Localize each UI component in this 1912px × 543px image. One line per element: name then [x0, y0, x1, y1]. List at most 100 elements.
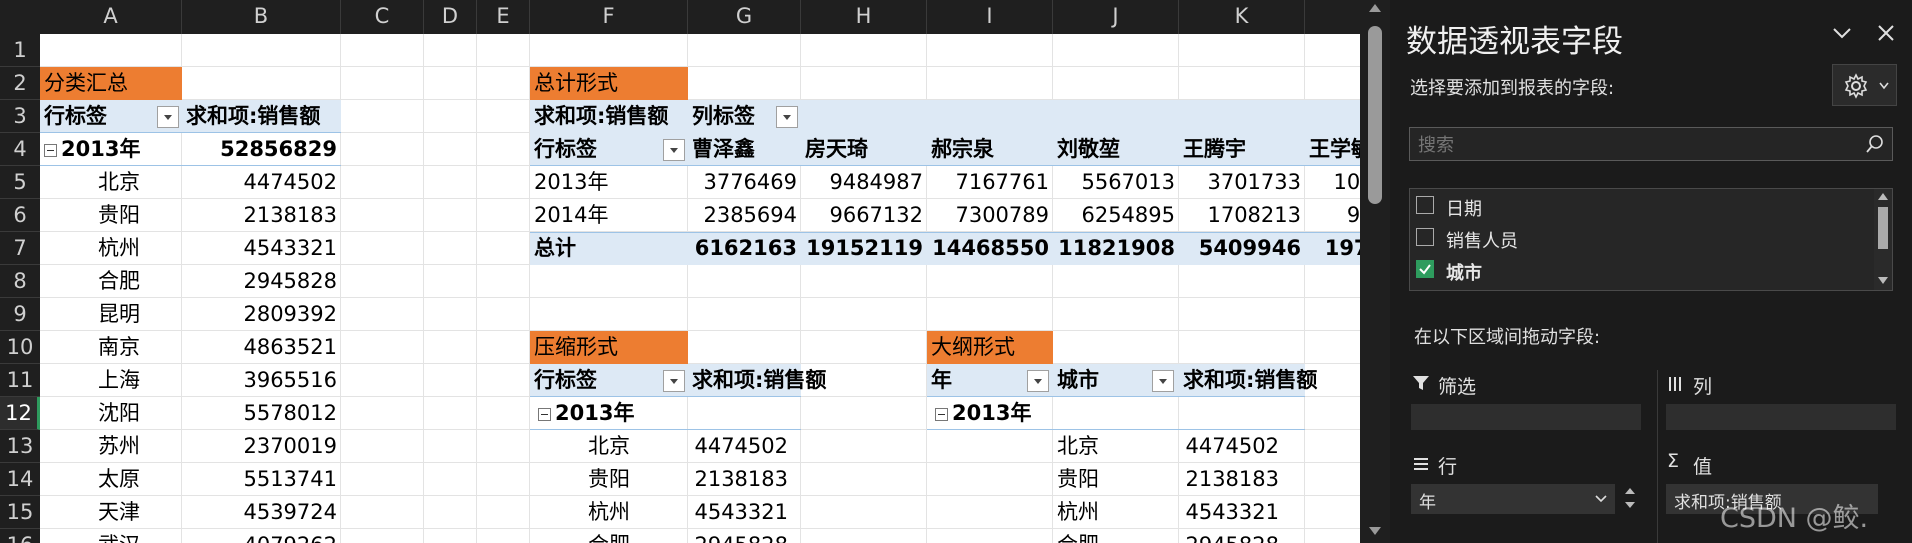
grid-cell[interactable] — [477, 529, 530, 543]
grid-cell[interactable] — [477, 463, 530, 496]
grid-cell[interactable] — [477, 100, 530, 133]
grid-cell[interactable] — [801, 265, 927, 298]
grid-cell[interactable] — [1305, 331, 1360, 364]
field-list-scrollbar[interactable] — [1874, 189, 1892, 290]
grid-cell[interactable] — [801, 34, 927, 67]
row-header-15[interactable]: 15 — [0, 496, 40, 529]
column-header-d[interactable]: D — [424, 0, 477, 34]
grid-cell[interactable] — [801, 463, 927, 496]
grid-cell[interactable] — [688, 67, 801, 100]
grid-cell[interactable] — [1179, 67, 1305, 100]
grid-cell[interactable] — [1179, 34, 1305, 67]
grid-cell[interactable] — [1179, 331, 1305, 364]
grid-cell[interactable] — [341, 430, 424, 463]
grid-cell[interactable] — [477, 397, 530, 430]
grid-cell[interactable] — [341, 67, 424, 100]
grid-cell[interactable] — [1305, 463, 1360, 496]
grid-cell[interactable] — [341, 100, 424, 133]
grid-cell[interactable] — [927, 463, 1053, 496]
grid-cell[interactable] — [1053, 67, 1179, 100]
grid-cell[interactable] — [341, 265, 424, 298]
vertical-scrollbar[interactable] — [1360, 0, 1390, 543]
grid-cell[interactable] — [477, 166, 530, 199]
field-item-2[interactable]: 城市 — [1416, 257, 1856, 285]
row-area-spinner[interactable] — [1623, 484, 1637, 514]
grid-cell[interactable] — [688, 34, 801, 67]
collapse-icon[interactable] — [44, 143, 57, 157]
row-label-filter-dropdown[interactable] — [663, 139, 685, 161]
grid-cell[interactable] — [424, 298, 477, 331]
row-header-4[interactable]: 4 — [0, 133, 40, 166]
grid-cell[interactable] — [341, 34, 424, 67]
collapse-icon[interactable] — [935, 407, 948, 421]
grid-cell[interactable] — [424, 529, 477, 543]
row-header-8[interactable]: 8 — [0, 265, 40, 298]
grid-cell[interactable] — [927, 496, 1053, 529]
field-list[interactable]: 日期 销售人员 城市 — [1409, 188, 1893, 291]
row-header-9[interactable]: 9 — [0, 298, 40, 331]
compact-year[interactable]: 2013年 — [530, 397, 688, 430]
grid-cell[interactable] — [477, 496, 530, 529]
grid-cell[interactable] — [1053, 331, 1179, 364]
row-header-2[interactable]: 2 — [0, 67, 40, 100]
grid-cell[interactable] — [424, 34, 477, 67]
column-header-a[interactable]: A — [40, 0, 182, 34]
grid-cell[interactable] — [477, 199, 530, 232]
grid-cell[interactable] — [424, 232, 477, 265]
grid-cell[interactable] — [341, 463, 424, 496]
row-header-6[interactable]: 6 — [0, 199, 40, 232]
row-label-filter-dropdown[interactable] — [663, 370, 685, 392]
grid-cell[interactable] — [477, 265, 530, 298]
row-header-13[interactable]: 13 — [0, 430, 40, 463]
grid-cell[interactable] — [927, 298, 1053, 331]
grid-cell[interactable] — [1179, 298, 1305, 331]
grid-cell[interactable] — [477, 298, 530, 331]
column-drop-area[interactable] — [1666, 404, 1896, 430]
grid-cell[interactable] — [424, 364, 477, 397]
row-field-item[interactable]: 年 — [1411, 484, 1615, 514]
chevron-down-icon[interactable] — [1595, 495, 1607, 503]
grid-cell[interactable] — [530, 298, 688, 331]
grid-cell[interactable] — [424, 100, 477, 133]
grid-cell[interactable] — [927, 529, 1053, 543]
grid-cell[interactable] — [1305, 34, 1360, 67]
grid-cell[interactable] — [341, 133, 424, 166]
field-item-1[interactable]: 销售人员 — [1416, 225, 1856, 253]
grid-cell[interactable] — [341, 496, 424, 529]
grid-cell[interactable] — [1305, 298, 1360, 331]
grid-cell[interactable] — [477, 34, 530, 67]
row-header-5[interactable]: 5 — [0, 166, 40, 199]
grid-cell[interactable] — [688, 265, 801, 298]
grid-cell[interactable] — [1305, 430, 1360, 463]
column-header-j[interactable]: J — [1053, 0, 1179, 34]
grid-cell[interactable] — [1305, 397, 1360, 430]
grid-cell[interactable] — [801, 298, 927, 331]
column-label-filter-dropdown[interactable] — [776, 106, 798, 128]
row-label-filter-dropdown[interactable] — [157, 106, 179, 128]
column-header-i[interactable]: I — [927, 0, 1053, 34]
grid-cell[interactable] — [40, 34, 182, 67]
grid-cell[interactable] — [341, 232, 424, 265]
grid-cell[interactable] — [477, 364, 530, 397]
grid-cell[interactable] — [182, 67, 341, 100]
grid-cell[interactable] — [424, 463, 477, 496]
grid-cell[interactable] — [801, 331, 927, 364]
select-all-corner[interactable] — [0, 0, 40, 34]
grid-cell[interactable] — [424, 67, 477, 100]
checkbox-icon[interactable] — [1416, 228, 1434, 246]
chevron-down-icon[interactable] — [1831, 22, 1853, 44]
grid-cell[interactable] — [1053, 34, 1179, 67]
checked-checkbox-icon[interactable] — [1416, 260, 1434, 278]
grid-cell[interactable] — [927, 34, 1053, 67]
settings-button[interactable] — [1832, 64, 1897, 106]
row-header-1[interactable]: 1 — [0, 34, 40, 67]
classic-year[interactable]: 2013年 — [40, 133, 182, 166]
year-filter-dropdown[interactable] — [1027, 370, 1049, 392]
grid-cell[interactable] — [182, 34, 341, 67]
search-icon[interactable] — [1865, 134, 1885, 154]
grid-cell[interactable] — [341, 298, 424, 331]
column-header-h[interactable]: H — [801, 0, 927, 34]
checkbox-icon[interactable] — [1416, 196, 1434, 214]
grid-cell[interactable] — [801, 496, 927, 529]
scroll-down-icon[interactable] — [1369, 527, 1381, 535]
